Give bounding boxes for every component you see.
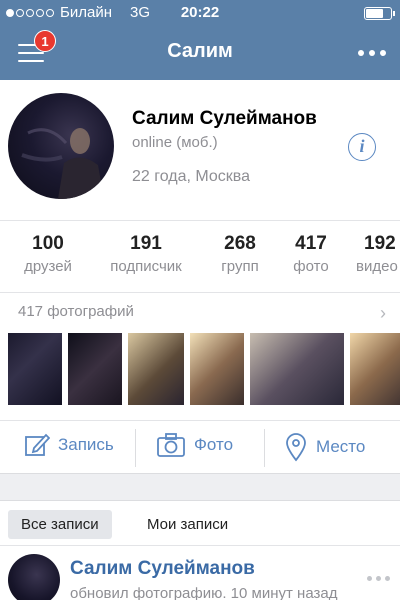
post-description: обновил фотографию. 10 минут назад xyxy=(70,585,338,600)
wall-post: Салим Сулейманов обновил фотографию. 10 … xyxy=(0,546,400,600)
counter-groups[interactable]: 268 групп xyxy=(212,233,268,275)
photo-thumbnail[interactable] xyxy=(68,333,122,405)
battery-level xyxy=(366,9,384,18)
post-menu-icon[interactable] xyxy=(367,576,390,581)
counter-value: 192 xyxy=(364,233,396,254)
tab-my-posts[interactable]: Мои записи xyxy=(134,510,241,539)
online-status: online (моб.) xyxy=(132,134,218,151)
wall-tabs: Все записи Мои записи xyxy=(0,500,400,546)
action-label: Фото xyxy=(194,435,234,454)
add-place-button[interactable]: Место xyxy=(284,432,365,462)
photo-thumbnail[interactable] xyxy=(350,333,400,405)
counter-value: 100 xyxy=(32,233,64,254)
counter-value: 191 xyxy=(130,233,162,254)
profile-name: Салим Сулейманов xyxy=(132,108,317,129)
avatar[interactable] xyxy=(8,93,114,199)
photo-thumbnail[interactable] xyxy=(128,333,184,405)
status-bar: Билайн 3G 20:22 xyxy=(0,0,400,26)
counter-label: групп xyxy=(221,258,259,275)
age-city: 22 года, Москва xyxy=(132,168,251,185)
avatar-photo xyxy=(21,128,104,199)
new-post-button[interactable]: Запись xyxy=(24,432,114,458)
location-pin-icon xyxy=(286,433,306,462)
battery-icon xyxy=(364,7,395,20)
page-title: Салим xyxy=(167,40,233,62)
clock: 20:22 xyxy=(180,4,220,21)
profile-screen: Билайн 3G 20:22 1 Салим Салим Сулейманов… xyxy=(0,0,400,600)
avatar[interactable] xyxy=(8,554,60,600)
counter-friends[interactable]: 100 друзей xyxy=(18,233,78,275)
counter-label: друзей xyxy=(24,258,72,275)
more-dots-icon[interactable] xyxy=(358,50,386,56)
photo-thumbnail[interactable] xyxy=(190,333,244,405)
photo-thumbnail[interactable] xyxy=(8,333,62,405)
nav-bar: 1 Салим xyxy=(0,26,400,80)
counter-value: 417 xyxy=(295,233,327,254)
counter-photos[interactable]: 417 фото xyxy=(286,233,336,275)
action-label: Запись xyxy=(58,435,114,454)
profile-header: Салим Сулейманов online (моб.) i 22 года… xyxy=(0,80,400,220)
action-label: Место xyxy=(316,437,366,456)
photo-thumbnail[interactable] xyxy=(250,333,344,405)
counter-videos[interactable]: 192 видео xyxy=(356,233,400,275)
photos-count-label: 417 фотографий xyxy=(18,303,134,320)
divider xyxy=(264,429,265,467)
edit-icon xyxy=(25,433,50,456)
counter-value: 268 xyxy=(224,233,256,254)
camera-icon xyxy=(157,433,185,457)
counter-label: подписчик xyxy=(110,258,182,275)
counter-label: фото xyxy=(293,258,329,275)
chevron-right-icon: › xyxy=(380,303,386,323)
info-icon[interactable]: i xyxy=(348,133,376,161)
photos-section[interactable]: 417 фотографий › xyxy=(0,292,400,420)
counter-followers[interactable]: 191 подписчик xyxy=(100,233,192,275)
tab-all-posts[interactable]: Все записи xyxy=(8,510,112,539)
divider xyxy=(135,429,136,467)
counters-row: 100 друзей 191 подписчик 268 групп 417 ф… xyxy=(0,220,400,292)
post-author[interactable]: Салим Сулейманов xyxy=(70,558,255,580)
counter-label: видео xyxy=(356,258,398,275)
add-photo-button[interactable]: Фото xyxy=(156,432,233,458)
actions-row: Запись Фото Место xyxy=(0,420,400,474)
